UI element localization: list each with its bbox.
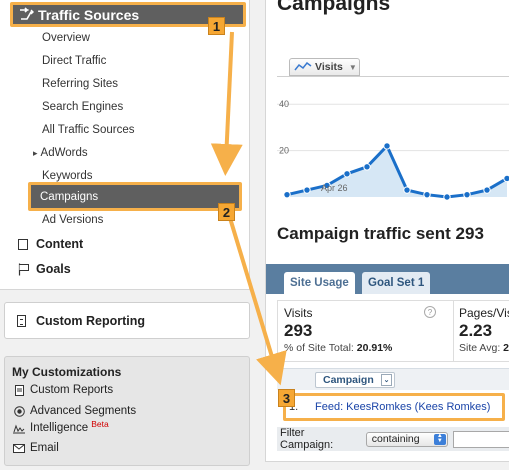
goals-label: Goals <box>36 262 71 276</box>
chevron-down-icon: ▼ <box>348 62 357 72</box>
data-point <box>443 193 451 201</box>
email-link[interactable]: Email <box>13 442 59 454</box>
stats-divider <box>453 301 454 361</box>
stat-pages-value: 2.23 <box>459 321 493 340</box>
beta-badge: Beta <box>91 419 109 429</box>
custom-reports-label: Custom Reports <box>30 384 114 396</box>
data-point <box>303 186 311 194</box>
step-number-3: 3 <box>278 389 295 407</box>
data-point <box>283 190 291 199</box>
custom-reporting-button[interactable]: Custom Reporting <box>4 302 250 339</box>
visits-chart-svg: 40 20 Apr 26 <box>277 99 509 201</box>
filter-mode-select[interactable]: containing ▲ ▼ <box>365 431 448 447</box>
stat-visits-label: Visits <box>284 306 313 320</box>
document-icon <box>13 384 25 396</box>
stat-visits-value: 293 <box>284 321 313 340</box>
advanced-segments-label: Advanced Segments <box>30 405 137 417</box>
sidebar-item-overview[interactable]: Overview <box>42 32 90 44</box>
campaign-column-header[interactable]: Campaign ⌄ <box>315 372 395 388</box>
content-label: Content <box>36 237 84 251</box>
envelope-icon <box>13 442 25 454</box>
intelligence-link[interactable]: Intelligence Beta <box>13 419 109 434</box>
line-chart-icon <box>294 62 312 71</box>
data-point <box>403 186 411 194</box>
stat-visits-sub-value: 20.91% <box>356 342 393 354</box>
filter-input[interactable] <box>452 430 509 448</box>
tab-bar: Site Usage Goal Set 1 <box>266 264 509 294</box>
sidebar-item-direct-traffic[interactable]: Direct Traffic <box>42 55 106 67</box>
metric-selector-label: Visits <box>315 61 343 73</box>
my-customizations-panel: My Customizations Custom Reports Advance… <box>4 356 250 466</box>
stat-pages-label: Pages/Vis <box>459 306 509 320</box>
y-tick-label: 20 <box>279 146 289 156</box>
sidebar-item-all-traffic-sources[interactable]: All Traffic Sources <box>42 124 134 136</box>
sidebar-nav: Traffic Sources Overview Direct Traffic … <box>0 0 250 290</box>
stat-pages-sub: Site Avg: 2 <box>459 342 509 354</box>
advanced-segments-link[interactable]: Advanced Segments <box>13 405 136 417</box>
main-panel: Campaigns Visits ▼ 40 20 Apr 26 Campaign t… <box>265 0 509 462</box>
sidebar-item-campaigns-label: Campaigns <box>40 190 99 203</box>
traffic-sources-label: Traffic Sources <box>38 6 140 23</box>
stat-visits-sub-prefix: % of Site Total: <box>284 342 357 354</box>
data-point <box>503 174 509 183</box>
sidebar-item-referring-sites[interactable]: Referring Sites <box>42 78 118 90</box>
tab-site-usage[interactable]: Site Usage <box>284 272 355 294</box>
segments-icon <box>13 405 25 417</box>
email-label: Email <box>30 442 59 454</box>
flag-icon <box>18 263 29 275</box>
data-point <box>463 190 471 199</box>
stat-visits: Visits 293 % of Site Total: 20.91% ? <box>284 306 436 354</box>
data-point <box>383 142 391 150</box>
help-icon[interactable]: ? <box>424 306 436 318</box>
sidebar-item-ad-versions[interactable]: Ad Versions <box>42 214 103 226</box>
sidebar-item-search-engines[interactable]: Search Engines <box>42 101 123 113</box>
sidebar-item-adwords[interactable]: AdWords <box>33 147 88 159</box>
data-point <box>343 170 351 178</box>
report-icon <box>17 314 26 327</box>
filter-bar: Filter Campaign: containing ▲ ▼ <box>277 427 509 451</box>
campaign-heading: Campaign traffic sent 293 <box>277 224 484 243</box>
metric-selector[interactable]: Visits ▼ <box>289 58 360 76</box>
step-number-2: 2 <box>218 203 235 221</box>
data-point <box>483 186 491 194</box>
filter-mode-value: containing <box>371 433 420 445</box>
custom-reports-link[interactable]: Custom Reports <box>13 384 113 396</box>
table-row-highlight: 1. Feed: KeesRomkes (Kees Romkes) <box>283 393 505 421</box>
campaign-column-label: Campaign <box>323 374 374 386</box>
campaign-link[interactable]: Feed: KeesRomkes (Kees Romkes) <box>315 401 490 413</box>
stat-pages-sub-prefix: Site Avg: <box>459 342 504 354</box>
traffic-sources-icon <box>20 7 34 20</box>
sidebar-item-keywords[interactable]: Keywords <box>42 170 93 182</box>
select-arrows-icon: ▲ ▼ <box>433 433 446 445</box>
table-row: 1. Feed: KeesRomkes (Kees Romkes) <box>277 391 509 425</box>
filter-label: Filter Campaign: <box>280 427 334 451</box>
data-point <box>363 163 371 171</box>
content-icon <box>18 238 28 250</box>
stat-visits-sub: % of Site Total: 20.91% <box>284 342 392 354</box>
sidebar-item-campaigns[interactable]: Campaigns <box>28 182 242 211</box>
table-header: Campaign ⌄ <box>277 368 509 390</box>
visits-chart: 40 20 Apr 26 <box>277 76 509 208</box>
step-number-1: 1 <box>208 17 225 35</box>
custom-reporting-label: Custom Reporting <box>36 313 146 328</box>
stat-pages-per-visit: Pages/Vis 2.23 Site Avg: 2 <box>459 306 509 354</box>
tab-goal-set-1[interactable]: Goal Set 1 <box>362 272 431 294</box>
y-tick-label: 40 <box>279 99 289 109</box>
intelligence-label: Intelligence <box>30 422 89 434</box>
x-tick-label: Apr 26 <box>321 183 348 193</box>
chevron-down-icon: ⌄ <box>381 374 392 386</box>
sidebar-section-content[interactable]: Content <box>18 237 83 251</box>
page-title: Campaigns <box>277 0 391 15</box>
my-customizations-title: My Customizations <box>12 365 122 379</box>
data-point <box>423 190 431 199</box>
stat-pages-sub-value: 2 <box>503 342 509 354</box>
sidebar-section-goals[interactable]: Goals <box>18 262 71 276</box>
intelligence-icon <box>13 422 25 434</box>
stats-panel: Visits 293 % of Site Total: 20.91% ? Pag… <box>277 300 509 362</box>
